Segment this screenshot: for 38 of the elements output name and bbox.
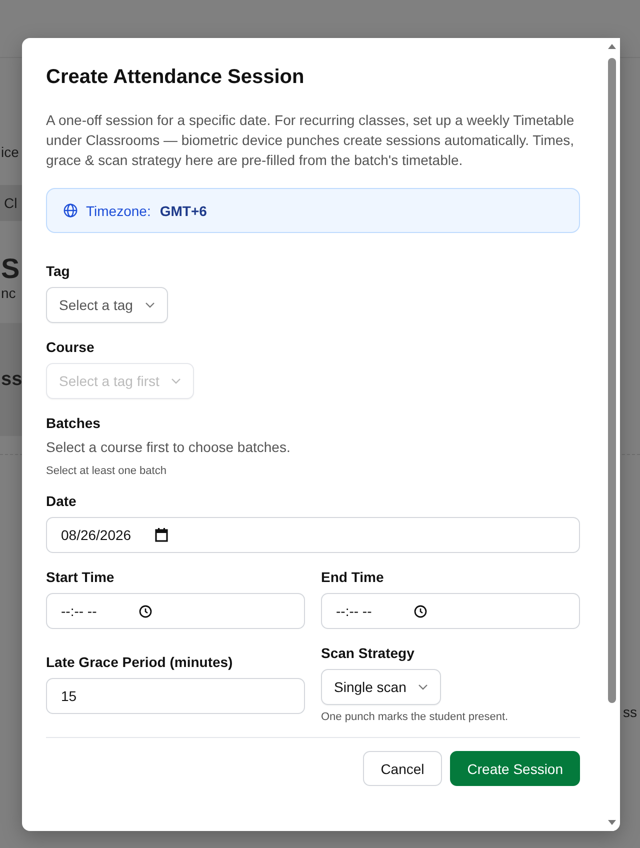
section-heading: ss (1, 368, 22, 390)
chevron-down-icon (171, 378, 182, 384)
field-label: Date (46, 492, 76, 511)
scroll-up-icon[interactable] (608, 44, 616, 49)
globe-icon (63, 203, 78, 218)
helper-text: One punch marks the student present. (321, 711, 508, 723)
field-label: Late Grace Period (minutes) (46, 653, 233, 672)
page-heading: S (1, 253, 20, 285)
select-dropdown[interactable]: Select a tag (46, 287, 168, 323)
field-label: Tag (46, 262, 70, 281)
create-button[interactable]: Create Session (450, 751, 580, 786)
select-dropdown[interactable]: Single scan (321, 669, 442, 705)
page-text: ice (1, 144, 19, 160)
timezone-value: GMT+6 (160, 202, 207, 218)
cancel-button[interactable]: Cancel (362, 751, 442, 786)
calendar-icon (155, 528, 168, 542)
time-input[interactable]: --:-- -- (321, 593, 580, 629)
scroll-down-icon[interactable] (608, 820, 616, 825)
empty-message: Select a course first to choose batches. (46, 438, 290, 457)
field-label: End Time (321, 568, 384, 587)
scrollbar[interactable] (607, 38, 617, 831)
dialog-description: A one-off session for a specific date. For recurring classes, set up a weekly Timetable under Classrooms — biometric device punches create sessions automatically. Times, grace & scan strategy here are pre-filled from the batch's timetable. (46, 111, 576, 170)
clock-icon (139, 604, 152, 618)
number-input[interactable]: 15 (46, 678, 305, 714)
chevron-down-icon (144, 302, 155, 308)
chevron-down-icon (418, 684, 428, 690)
field-label: Scan Strategy (321, 644, 414, 663)
date-input[interactable]: 08/26/2026 (46, 517, 580, 553)
dialog-title: Create Attendance Session (46, 65, 306, 90)
field-label: Start Time (46, 568, 114, 587)
clock-icon (414, 604, 427, 618)
helper-text: Select at least one batch (46, 465, 166, 477)
time-input[interactable]: --:-- -- (46, 593, 305, 629)
timezone-label: Timezone: (86, 202, 151, 218)
page-text: nc (1, 285, 16, 301)
field-label: Course (46, 338, 94, 357)
field-label: Batches (46, 414, 100, 433)
page-text: ss (623, 704, 637, 720)
